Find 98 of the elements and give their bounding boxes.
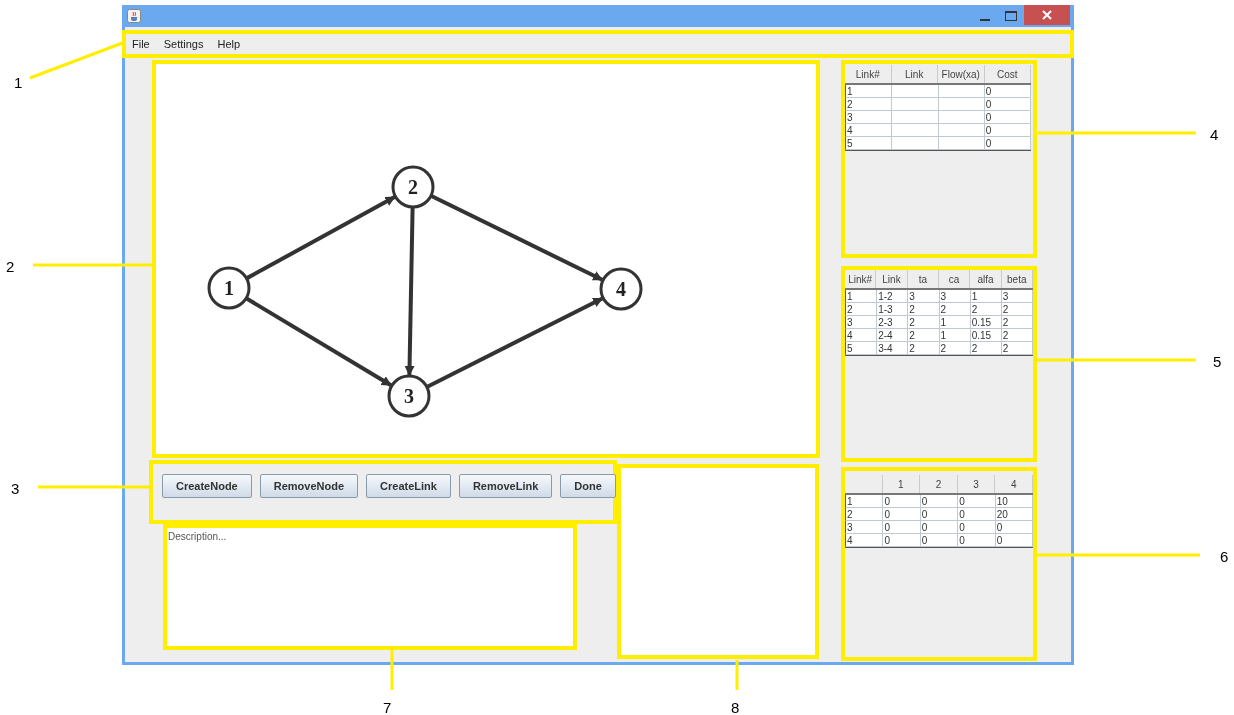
table-cell: 1-2 (877, 290, 909, 303)
table-cell: 2 (1001, 316, 1034, 329)
table-cell: 3 (845, 111, 893, 124)
table-cell (892, 111, 939, 124)
table-cell: 0 (995, 521, 1034, 534)
action-button[interactable]: CreateNode (162, 474, 252, 498)
minimize-icon (980, 19, 990, 21)
table-cell (938, 137, 985, 150)
table-cell: 0 (883, 534, 921, 547)
table-cell: 2 (939, 342, 971, 355)
table-cell: 0 (958, 534, 996, 547)
table-cell: 2-4 (877, 329, 909, 342)
action-button[interactable]: Done (560, 474, 616, 498)
callout-number: 3 (11, 479, 20, 499)
table-cell: 0 (920, 495, 959, 508)
table-cell: 4 (845, 329, 878, 342)
table-cell: 1 (939, 329, 971, 342)
table-cell: 3 (1001, 290, 1034, 303)
node: 3 (387, 374, 431, 418)
table-cell: 0 (883, 508, 921, 521)
table-cell: 0 (883, 521, 921, 534)
table-cell (892, 124, 939, 137)
maximize-icon (1005, 11, 1017, 21)
action-button[interactable]: CreateLink (366, 474, 451, 498)
table-cell: 2 (970, 303, 1002, 316)
table-cell: 5 (845, 137, 893, 150)
table-cell: 0 (958, 495, 996, 508)
table-cell: 5 (845, 342, 878, 355)
table-cell: 2 (845, 508, 884, 521)
table-cell (892, 85, 939, 98)
table-cell: 3 (845, 521, 884, 534)
table-cell: 0 (883, 495, 921, 508)
table-cell: 10 (995, 495, 1034, 508)
leader-line (390, 648, 394, 692)
table-cell: 0 (920, 508, 959, 521)
menu-item[interactable]: File (132, 35, 150, 53)
table-cell: 2 (970, 342, 1002, 355)
table-cell (938, 85, 985, 98)
close-icon (1042, 10, 1052, 20)
table-cell: 0.15 (970, 316, 1002, 329)
table-cell: 2 (1001, 342, 1034, 355)
table-cell: 3 (939, 290, 971, 303)
table-cell: 20 (995, 508, 1034, 521)
table-cell (892, 137, 939, 150)
table-cell: 1 (845, 85, 893, 98)
table-cell: 0 (984, 111, 1031, 124)
table-cell: 2 (1001, 329, 1034, 342)
table-cell: 2 (908, 342, 940, 355)
table-cell (938, 124, 985, 137)
action-button[interactable]: RemoveNode (259, 474, 359, 498)
table-cell: 1 (970, 290, 1002, 303)
action-button[interactable]: RemoveLink (458, 474, 553, 498)
table-cell (892, 98, 939, 111)
node: 4 (599, 267, 643, 311)
table-cell: 0 (958, 508, 996, 521)
callout-number: 4 (1210, 125, 1219, 145)
table-cell: 2 (845, 98, 893, 111)
table-cell: 0 (995, 534, 1034, 547)
table-cell: 3-4 (877, 342, 909, 355)
node: 2 (391, 165, 435, 209)
table-cell: 2 (1001, 303, 1034, 316)
node: 1 (207, 266, 251, 310)
table-cell: 0.15 (970, 329, 1002, 342)
close-button[interactable] (1024, 5, 1070, 25)
table-cell (938, 111, 985, 124)
callout-number: 2 (6, 257, 15, 277)
callout-number: 7 (383, 698, 392, 715)
table-cell: 0 (920, 534, 959, 547)
table-cell: 2 (908, 316, 940, 329)
table-cell: 0 (984, 85, 1031, 98)
table-cell (938, 98, 985, 111)
table-cell: 1-3 (877, 303, 909, 316)
callout-number: 5 (1213, 352, 1222, 372)
table-cell: 2 (845, 303, 878, 316)
leader-line (735, 658, 739, 692)
table-cell: 3 (908, 290, 940, 303)
callout-number: 1 (14, 73, 23, 93)
table-cell: 2 (908, 329, 940, 342)
callout-number: 8 (731, 698, 740, 715)
table-cell: 0 (984, 98, 1031, 111)
table-cell: 0 (984, 137, 1031, 150)
menu-item[interactable]: Help (217, 35, 241, 53)
table-cell: 1 (845, 290, 878, 303)
table-cell: 0 (984, 124, 1031, 137)
table-cell: 2 (939, 303, 971, 316)
table-cell: 4 (845, 124, 893, 137)
table-cell: 1 (939, 316, 971, 329)
table-cell: 4 (845, 534, 884, 547)
description-field[interactable]: Description... (163, 524, 577, 650)
table-cell: 0 (920, 521, 959, 534)
coffee-cup-icon (127, 9, 141, 23)
table-cell: 2 (908, 303, 940, 316)
table-cell: 2-3 (877, 316, 909, 329)
table-cell: 3 (845, 316, 878, 329)
table-cell: 0 (958, 521, 996, 534)
table-cell: 1 (845, 495, 884, 508)
menu-item[interactable]: Settings (163, 35, 204, 53)
callout-number: 6 (1220, 547, 1229, 567)
